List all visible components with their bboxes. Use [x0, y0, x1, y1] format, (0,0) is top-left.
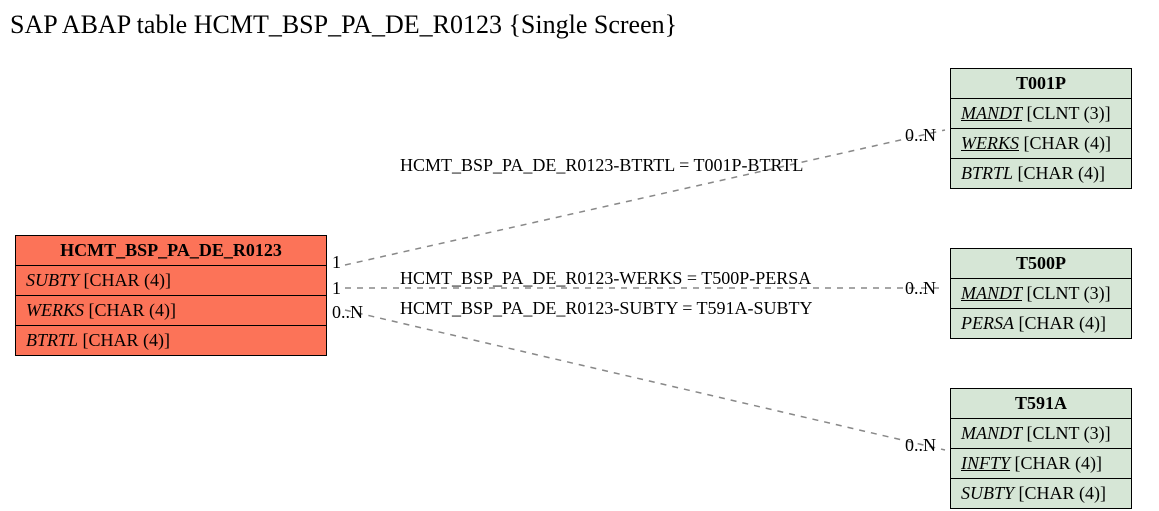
cardinality-right: 0..N: [905, 125, 936, 146]
cardinality-right: 0..N: [905, 278, 936, 299]
entity-field: MANDT [CLNT (3)]: [951, 279, 1131, 309]
cardinality-left: 1: [332, 252, 341, 273]
relation-label: HCMT_BSP_PA_DE_R0123-WERKS = T500P-PERSA: [400, 268, 811, 289]
entity-t591a: T591A MANDT [CLNT (3)] INFTY [CHAR (4)] …: [950, 388, 1132, 509]
entity-field: MANDT [CLNT (3)]: [951, 99, 1131, 129]
entity-t001p-header: T001P: [951, 69, 1131, 99]
entity-field: SUBTY [CHAR (4)]: [951, 479, 1131, 508]
entity-field: MANDT [CLNT (3)]: [951, 419, 1131, 449]
page-title: SAP ABAP table HCMT_BSP_PA_DE_R0123 {Sin…: [10, 10, 677, 40]
entity-field: BTRTL [CHAR (4)]: [951, 159, 1131, 188]
entity-field: BTRTL [CHAR (4)]: [16, 326, 326, 355]
cardinality-left: 1: [332, 278, 341, 299]
entity-field: WERKS [CHAR (4)]: [951, 129, 1131, 159]
entity-field: PERSA [CHAR (4)]: [951, 309, 1131, 338]
entity-field: WERKS [CHAR (4)]: [16, 296, 326, 326]
entity-field: SUBTY [CHAR (4)]: [16, 266, 326, 296]
entity-main: HCMT_BSP_PA_DE_R0123 SUBTY [CHAR (4)] WE…: [15, 235, 327, 356]
entity-t500p: T500P MANDT [CLNT (3)] PERSA [CHAR (4)]: [950, 248, 1132, 339]
cardinality-left: 0..N: [332, 302, 363, 323]
relation-label: HCMT_BSP_PA_DE_R0123-SUBTY = T591A-SUBTY: [400, 298, 813, 319]
cardinality-right: 0..N: [905, 435, 936, 456]
entity-t500p-header: T500P: [951, 249, 1131, 279]
entity-t001p: T001P MANDT [CLNT (3)] WERKS [CHAR (4)] …: [950, 68, 1132, 189]
entity-main-header: HCMT_BSP_PA_DE_R0123: [16, 236, 326, 266]
entity-field: INFTY [CHAR (4)]: [951, 449, 1131, 479]
relation-label: HCMT_BSP_PA_DE_R0123-BTRTL = T001P-BTRTL: [400, 155, 803, 176]
entity-t591a-header: T591A: [951, 389, 1131, 419]
